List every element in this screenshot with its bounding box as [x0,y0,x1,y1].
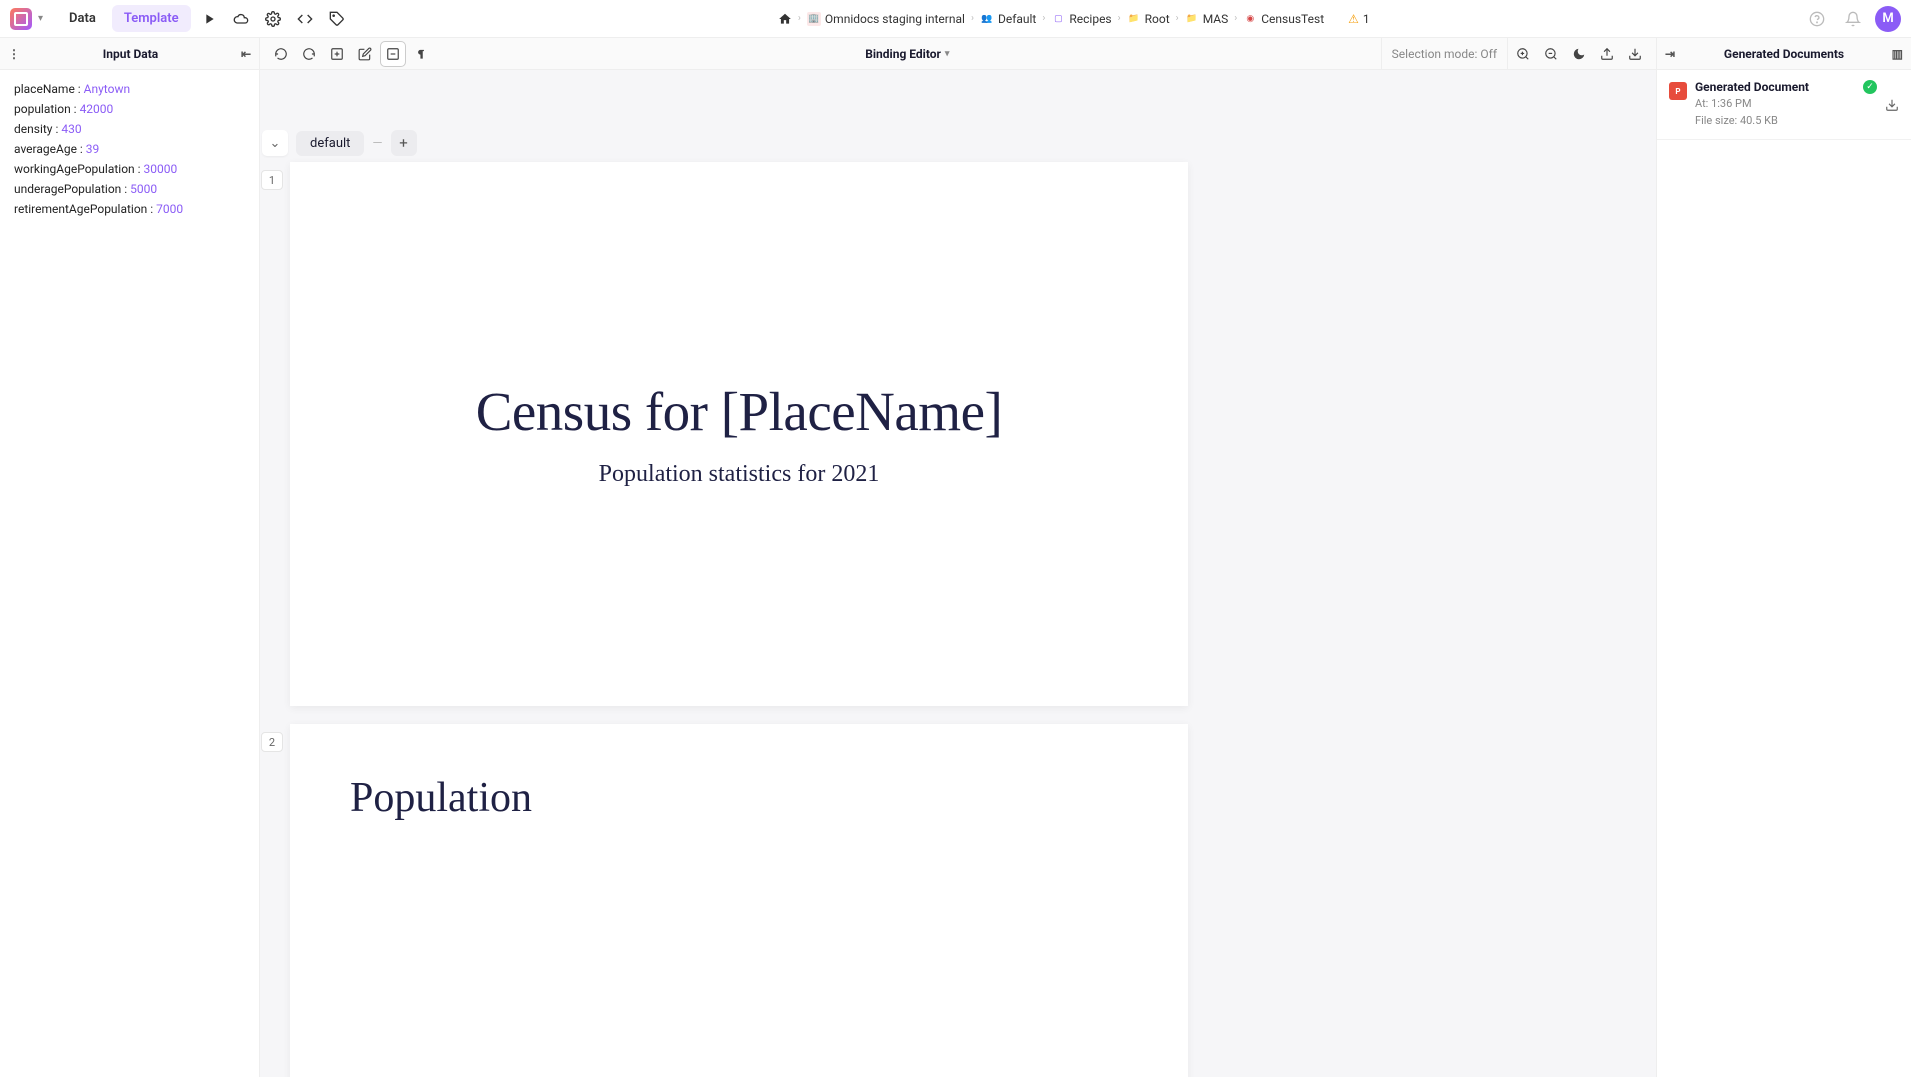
slide-2[interactable]: Population [290,724,1188,1077]
dark-mode-icon[interactable] [1566,41,1592,67]
download-icon[interactable] [1622,41,1648,67]
chevron-down-icon: ▾ [945,49,950,59]
success-icon: ✓ [1863,80,1877,94]
left-panel-header: ⋮ Input Data ⇤ [0,38,260,69]
breadcrumb-label: MAS [1203,12,1229,26]
generated-document-item[interactable]: P Generated Document At: 1:36 PM File si… [1657,70,1911,140]
slide-1[interactable]: Census for [PlaceName] Population statis… [290,162,1188,706]
ppt-icon: P [1669,82,1687,100]
breadcrumb-item[interactable]: 👥 Default [980,12,1036,26]
breadcrumb-label: Root [1145,12,1170,26]
breadcrumb-item[interactable]: 📁 MAS [1185,12,1229,26]
collapse-left-icon[interactable]: ⇤ [241,47,251,61]
remove-icon[interactable] [380,41,406,67]
theme-button[interactable]: default [296,131,364,156]
theme-chevron-icon[interactable]: ⌄ [262,130,288,156]
warning-badge[interactable]: ⚠1 [1342,10,1376,28]
cloud-icon[interactable] [227,5,255,33]
right-panel-header: ⇥ Generated Documents ▥ [1656,38,1911,69]
breadcrumb-item[interactable]: ▢ Recipes [1051,12,1111,26]
chevron-right-icon: › [798,13,801,24]
group-icon: 👥 [980,12,994,26]
pilcrow-icon[interactable] [408,41,434,67]
left-panel-title: Input Data [20,47,241,61]
editor-toolbar: Binding Editor ▾ Selection mode: Off [260,38,1656,69]
input-field[interactable]: underagePopulation : 5000 [14,182,245,196]
add-icon[interactable] [324,41,350,67]
chevron-right-icon: › [1118,13,1121,24]
warning-icon: ⚠ [1348,12,1359,26]
page-container: 1 Census for [PlaceName] Population stat… [262,162,1656,706]
input-field[interactable]: density : 430 [14,122,245,136]
chevron-right-icon: › [1176,13,1179,24]
editor-title[interactable]: Binding Editor ▾ [436,47,1379,61]
input-field[interactable]: retirementAgePopulation : 7000 [14,202,245,216]
code-icon[interactable] [291,5,319,33]
chevron-right-icon: › [971,13,974,24]
theme-separator: — [372,136,382,151]
breadcrumb-item[interactable]: 🏢 Omnidocs staging internal [807,12,965,26]
undo-icon[interactable] [268,41,294,67]
breadcrumb-item[interactable]: 📁 Root [1127,12,1170,26]
input-field[interactable]: workingAgePopulation : 30000 [14,162,245,176]
gear-icon[interactable] [259,5,287,33]
upload-icon[interactable] [1594,41,1620,67]
breadcrumb-item[interactable]: ◉ CensusTest [1243,12,1324,26]
editor-canvas[interactable]: ⌄ default — + 1 Census for [PlaceName] P… [260,70,1656,1077]
right-panel-title: Generated Documents [1724,47,1844,61]
user-avatar[interactable]: M [1875,6,1901,32]
bell-icon[interactable] [1839,5,1867,33]
breadcrumb-label: Omnidocs staging internal [825,12,965,26]
slide-heading[interactable]: Population [350,774,1128,822]
panel-layout-icon[interactable]: ▥ [1892,47,1903,61]
breadcrumb-label: CensusTest [1261,12,1324,26]
redo-icon[interactable] [296,41,322,67]
zoom-out-icon[interactable] [1538,41,1564,67]
panel-menu-icon[interactable]: ⋮ [8,47,20,61]
theme-bar: ⌄ default — + [262,70,1656,156]
target-icon: ◉ [1243,12,1257,26]
collapse-right-icon[interactable]: ⇥ [1665,47,1675,61]
input-field[interactable]: placeName : Anytown [14,82,245,96]
zoom-in-icon[interactable] [1510,41,1536,67]
document-filesize: File size: 40.5 KB [1695,113,1855,130]
chevron-right-icon: › [1234,13,1237,24]
breadcrumb-home-icon[interactable] [778,12,792,26]
app-logo[interactable] [10,8,32,30]
document-timestamp: At: 1:36 PM [1695,96,1855,113]
slide-subtitle[interactable]: Population statistics for 2021 [599,461,880,488]
document-title: Generated Document [1695,80,1855,94]
page-container: 2 Population [262,724,1656,1077]
secondbar: ⋮ Input Data ⇤ Binding Editor ▾ Selectio… [0,38,1911,70]
generated-documents-panel: P Generated Document At: 1:36 PM File si… [1656,70,1911,1077]
slide-title[interactable]: Census for [PlaceName] [476,380,1003,443]
input-field[interactable]: population : 42000 [14,102,245,116]
folder-icon: 📁 [1185,12,1199,26]
breadcrumb-label: Default [998,12,1036,26]
folder-icon: 📁 [1127,12,1141,26]
box-icon: ▢ [1051,12,1065,26]
page-number[interactable]: 1 [261,170,283,190]
app-menu-chevron-icon[interactable]: ▾ [38,13,43,24]
topbar: ▾ Data Template › 🏢 Omnidocs staging inte… [0,0,1911,38]
theme-add-button[interactable]: + [391,130,417,156]
chevron-right-icon: › [1042,13,1045,24]
tag-icon[interactable] [323,5,351,33]
input-data-panel: placeName : Anytown population : 42000 d… [0,70,260,1077]
breadcrumb: › 🏢Omnidocs staging internal › 👥Default … [355,10,1799,28]
page-number[interactable]: 2 [261,732,283,752]
building-icon: 🏢 [807,12,821,26]
breadcrumb-label: Recipes [1069,12,1111,26]
warning-count: 1 [1363,12,1370,26]
tab-data[interactable]: Data [57,5,108,32]
help-icon[interactable] [1803,5,1831,33]
editor-title-label: Binding Editor [865,47,941,61]
tab-template[interactable]: Template [112,5,191,32]
play-icon[interactable] [195,5,223,33]
selection-mode-toggle[interactable]: Selection mode: Off [1381,38,1508,69]
input-field[interactable]: averageAge : 39 [14,142,245,156]
edit-icon[interactable] [352,41,378,67]
download-document-icon[interactable] [1885,98,1899,116]
